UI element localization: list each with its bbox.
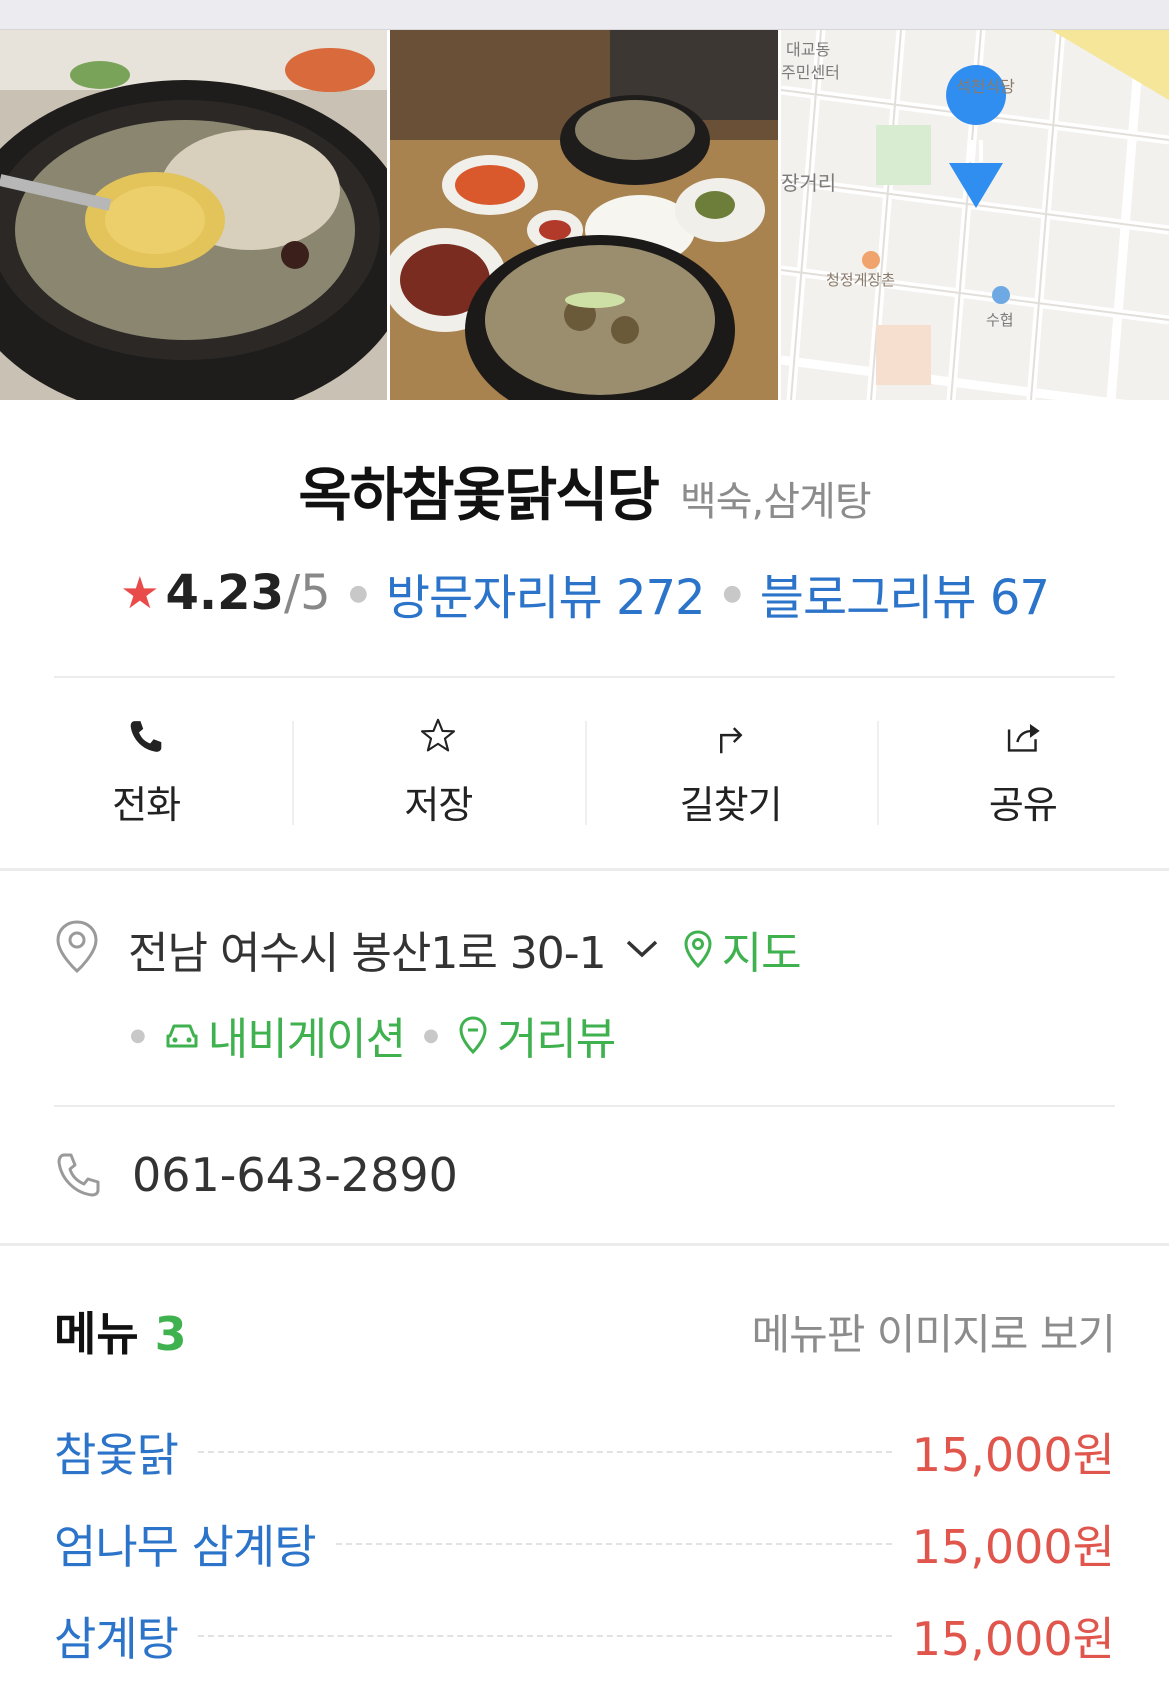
directions-button[interactable]: 길찾기 [584,717,877,829]
separator-dot: ● [130,1024,146,1046]
map-label: 석천식당 [956,77,1015,96]
dotted-leader [197,1635,892,1637]
address-section: 전남 여수시 봉산1로 30-1 지도 ● 내비게이션 ● 거리뷰 [0,871,1169,1067]
browser-top-bar [0,0,1169,30]
navigation-link[interactable]: 내비게이션 [164,1003,406,1067]
food-photo-1[interactable] [0,30,387,400]
share-button[interactable]: 공유 [876,717,1169,829]
menu-image-link[interactable]: 메뉴판 이미지로 보기 [752,1301,1116,1362]
dotted-leader [197,1451,892,1453]
menu-title: 메뉴 3 [54,1298,187,1364]
star-icon [421,718,456,752]
share-icon [1007,723,1040,752]
food-photo-2[interactable] [390,30,778,400]
address-text: 전남 여수시 봉산1로 30-1 [128,928,607,979]
menu-list: 참옻닭 15,000원 엄나무 삼계탕 15,000원 삼계탕 15,000원 [54,1406,1115,1682]
phone-row[interactable]: 061-643-2890 [0,1107,1169,1243]
chevron-down-icon[interactable] [624,938,660,960]
action-bar: 전화 저장 길찾기 공유 [0,678,1169,868]
directions-label: 길찾기 [679,783,783,827]
map-label: 주민센터 [781,63,840,82]
place-name: 옥하참옻닭식당 [298,461,660,529]
menu-item-name: 엄나무 삼계탕 [54,1520,317,1574]
rating-max: /5 [283,565,331,621]
map-link-label: 지도 [721,928,802,979]
call-label: 전화 [112,783,181,827]
map-label: 장거리 [781,171,836,195]
phone-outline-icon [57,1153,100,1197]
car-icon [166,1024,198,1048]
call-button[interactable]: 전화 [0,717,292,829]
separator-dot: ● [722,580,742,606]
separator-dot: ● [348,580,368,606]
menu-item-price: 15,000원 [911,1428,1115,1482]
navigation-label: 내비게이션 [207,1014,406,1065]
rating-score: 4.23 [165,565,284,621]
menu-item-name: 참옻닭 [54,1428,179,1482]
blog-reviews-link[interactable]: 블로그리뷰 67 [760,558,1050,628]
map-label: 대교동 [786,40,830,59]
menu-item[interactable]: 삼계탕 15,000원 [54,1590,1115,1682]
streetview-label: 거리뷰 [496,1014,616,1065]
menu-item[interactable]: 엄나무 삼계탕 15,000원 [54,1498,1115,1590]
dotted-leader [335,1543,892,1545]
save-button[interactable]: 저장 [292,717,584,829]
separator-dot: ● [423,1024,439,1046]
map-label: 수협 [986,311,1014,329]
map-label: 청정게장촌 [826,271,895,289]
phone-number[interactable]: 061-643-2890 [132,1148,458,1202]
photo-strip[interactable]: 대교동 주민센터 석천식당 장거리 청정게장촌 수협 [0,30,1169,400]
streetview-link[interactable]: 거리뷰 [457,1003,616,1067]
location-map-thumbnail[interactable]: 대교동 주민센터 석천식당 장거리 청정게장촌 수협 [781,30,1169,400]
menu-item-price: 15,000원 [911,1612,1115,1666]
menu-item-price: 15,000원 [911,1520,1115,1574]
save-label: 저장 [404,783,473,827]
map-link[interactable]: 지도 [682,917,802,981]
menu-item[interactable]: 참옻닭 15,000원 [54,1406,1115,1498]
share-label: 공유 [988,783,1058,827]
streetview-pin-icon [459,1016,487,1055]
star-icon: ★ [120,567,160,619]
menu-count: 3 [154,1307,187,1361]
menu-title-label: 메뉴 [54,1307,139,1361]
location-pin-icon [54,919,100,979]
directions-icon [719,727,743,754]
map-pin-icon [684,930,712,969]
visitor-reviews-link[interactable]: 방문자리뷰 272 [386,558,706,628]
place-header: 옥하참옻닭식당 백숙,삼계탕 ★ 4.23 /5 ● 방문자리뷰 272 ● 블… [0,400,1169,628]
menu-item-name: 삼계탕 [54,1612,179,1666]
menu-section: 메뉴 3 메뉴판 이미지로 보기 참옻닭 15,000원 엄나무 삼계탕 15,0… [0,1246,1169,1682]
rating-line: ★ 4.23 /5 ● 방문자리뷰 272 ● 블로그리뷰 67 [0,558,1169,628]
place-category: 백숙,삼계탕 [679,479,872,525]
phone-icon [130,721,162,752]
